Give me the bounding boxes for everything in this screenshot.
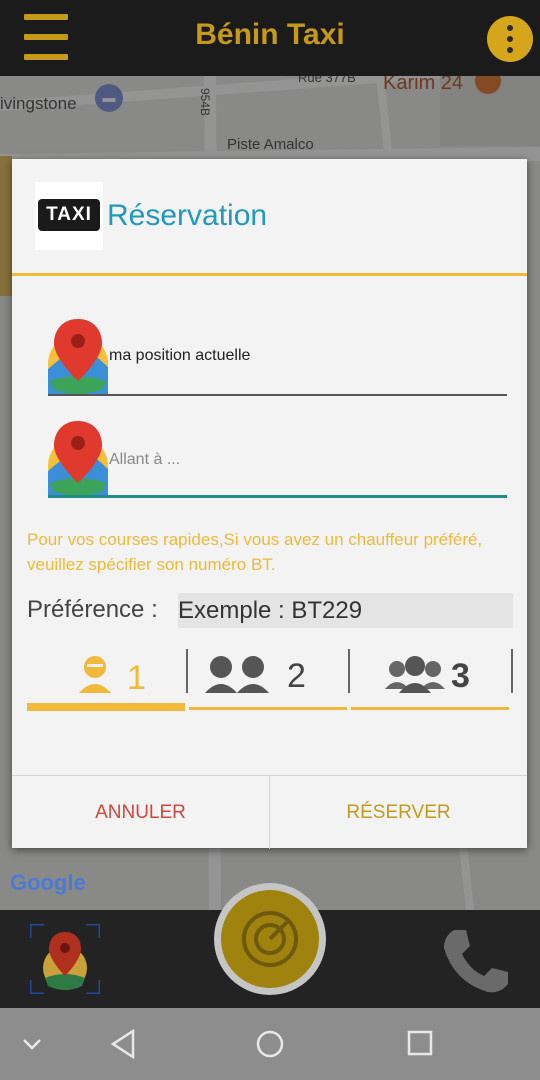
- home-icon[interactable]: [254, 1028, 286, 1060]
- back-icon[interactable]: [108, 1028, 138, 1060]
- passenger-tab-2[interactable]: 2: [189, 649, 350, 711]
- radar-button[interactable]: [214, 883, 326, 995]
- person-icon: [79, 656, 111, 693]
- taxi-logo: TAXI: [35, 182, 103, 250]
- phone-icon[interactable]: [440, 926, 510, 996]
- location-picker-button[interactable]: [28, 922, 102, 996]
- recents-icon[interactable]: [405, 1028, 435, 1058]
- map-pin-icon: [48, 421, 108, 497]
- app-bar: Bénin Taxi: [0, 0, 540, 76]
- logo-text: TAXI: [46, 204, 92, 225]
- app-title: Bénin Taxi: [195, 18, 345, 51]
- reserve-button[interactable]: RÉSERVER: [270, 776, 527, 849]
- destination-field[interactable]: Allant à ...: [109, 451, 180, 469]
- passenger-count-1: 1: [127, 659, 146, 697]
- passenger-count-2: 2: [287, 657, 306, 695]
- passenger-tab-1[interactable]: 1: [27, 649, 188, 711]
- reservation-dialog: TAXI Réservation ma position actuelle Al…: [12, 159, 527, 849]
- origin-underline: [48, 394, 507, 396]
- more-vertical-icon[interactable]: [487, 16, 533, 62]
- dialog-header: TAXI Réservation: [12, 159, 527, 276]
- system-nav-bar: [0, 1008, 540, 1080]
- preference-label: Préférence :: [27, 596, 158, 623]
- radar-icon: [242, 911, 298, 967]
- map-pin-icon: [48, 319, 108, 395]
- dialog-actions: ANNULER RÉSERVER: [12, 775, 527, 849]
- origin-field[interactable]: ma position actuelle: [109, 347, 250, 365]
- cancel-button[interactable]: ANNULER: [12, 776, 269, 849]
- destination-underline: [48, 495, 507, 498]
- dialog-title: Réservation: [107, 199, 268, 232]
- preference-input[interactable]: Exemple : BT229: [178, 593, 513, 628]
- map-pin-icon: [28, 922, 102, 996]
- info-text: Pour vos courses rapides,Si vous avez un…: [27, 530, 483, 574]
- three-persons-icon: [385, 656, 445, 693]
- chevron-down-icon[interactable]: [20, 1034, 44, 1054]
- passenger-tab-3[interactable]: 3: [351, 649, 513, 711]
- two-persons-icon: [205, 656, 269, 693]
- google-attribution: Google: [10, 870, 86, 895]
- passenger-count-3: 3: [451, 657, 470, 695]
